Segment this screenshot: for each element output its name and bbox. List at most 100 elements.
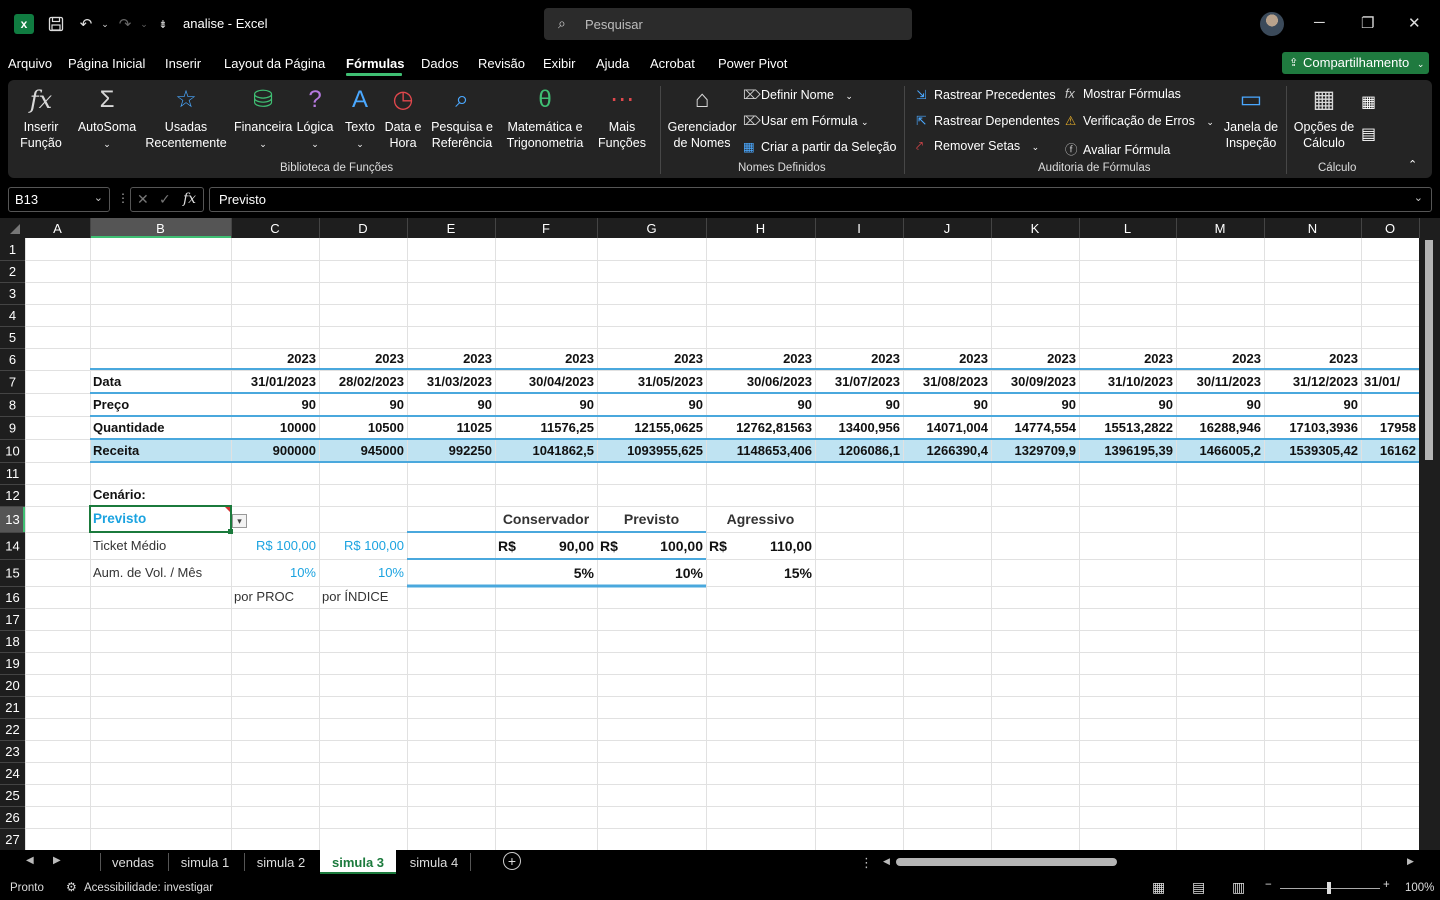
- revenue-cell[interactable]: 1396195,39: [1082, 441, 1173, 461]
- tab-revisao[interactable]: Revisão: [478, 56, 525, 71]
- scenario-pct[interactable]: 10%: [600, 563, 703, 583]
- volume-indice-value[interactable]: 10%: [322, 563, 404, 583]
- math-trig-button[interactable]: θ Matemática e Trigonometria: [500, 86, 590, 151]
- avatar[interactable]: [1260, 12, 1284, 36]
- quantity-cell[interactable]: 13400,956: [818, 418, 900, 438]
- quantity-cell[interactable]: 10500: [322, 418, 404, 438]
- cancel-icon[interactable]: ✕: [137, 191, 149, 208]
- scroll-right-icon[interactable]: ▶: [1407, 856, 1414, 867]
- scenario-label[interactable]: Cenário:: [93, 485, 228, 505]
- table-label-quantity[interactable]: Quantidade: [93, 418, 228, 438]
- sheet-tab-simula-1[interactable]: simula 1: [168, 850, 242, 874]
- revenue-cell[interactable]: 1206086,1: [818, 441, 900, 461]
- sheet-tab-vendas[interactable]: vendas: [100, 850, 166, 874]
- date-cell[interactable]: 31/05/2023: [600, 372, 703, 392]
- save-icon[interactable]: [45, 13, 67, 35]
- autosum-button[interactable]: Σ AutoSoma ⌄: [74, 86, 140, 152]
- scenario-header[interactable]: Agressivo: [709, 509, 812, 529]
- date-cell[interactable]: 31/01/2023: [234, 372, 316, 392]
- scenario-select[interactable]: Previsto: [93, 509, 228, 529]
- price-cell[interactable]: 90: [906, 395, 988, 415]
- define-name-button[interactable]: ⌦Definir Nome ⌄: [743, 87, 853, 102]
- ticket-proc-value[interactable]: R$ 100,00: [234, 536, 316, 556]
- year-cell[interactable]: 2023: [818, 349, 900, 369]
- price-cell[interactable]: 90: [322, 395, 404, 415]
- scroll-left-icon[interactable]: ◀: [883, 856, 890, 867]
- revenue-cell[interactable]: 16162: [1364, 441, 1416, 461]
- accessibility-status[interactable]: Acessibilidade: investigar: [84, 882, 213, 894]
- error-checking-button[interactable]: ⚠ Verificação de Erros ⌄: [1065, 113, 1214, 128]
- price-cell[interactable]: 90: [234, 395, 316, 415]
- quantity-cell[interactable]: 15513,2822: [1082, 418, 1173, 438]
- tab-arquivo[interactable]: Arquivo: [8, 56, 52, 71]
- show-formulas-button[interactable]: fx Mostrar Fórmulas: [1065, 87, 1181, 101]
- revenue-cell[interactable]: 945000: [322, 441, 404, 461]
- price-cell[interactable]: 90: [600, 395, 703, 415]
- close-icon[interactable]: ✕: [1408, 14, 1421, 32]
- revenue-cell[interactable]: 1041862,5: [498, 441, 594, 461]
- calculate-sheet-icon[interactable]: ▤: [1361, 124, 1376, 144]
- quantity-cell[interactable]: 12155,0625: [600, 418, 703, 438]
- date-cell[interactable]: 31/12/2023: [1267, 372, 1358, 392]
- calculate-now-icon[interactable]: ▦: [1361, 92, 1376, 112]
- revenue-cell[interactable]: 900000: [234, 441, 316, 461]
- customize-toolbar-icon[interactable]: ⇟: [152, 13, 174, 35]
- quantity-cell[interactable]: 14071,004: [906, 418, 988, 438]
- table-label-price[interactable]: Preço: [93, 395, 228, 415]
- date-cell[interactable]: 30/04/2023: [498, 372, 594, 392]
- year-cell[interactable]: 2023: [234, 349, 316, 369]
- more-options-icon[interactable]: ⋮: [860, 855, 873, 871]
- date-cell[interactable]: 31/07/2023: [818, 372, 900, 392]
- sheet-tab-simula-3[interactable]: simula 3: [320, 850, 396, 874]
- tab-dados[interactable]: Dados: [421, 56, 459, 71]
- date-cell[interactable]: 30/06/2023: [709, 372, 812, 392]
- share-button[interactable]: ⇪ Compartilhamento ⌄: [1282, 52, 1429, 74]
- quantity-cell[interactable]: 10000: [234, 418, 316, 438]
- date-cell[interactable]: 31/01/: [1364, 372, 1420, 392]
- year-cell[interactable]: 2023: [1179, 349, 1261, 369]
- tab-layout[interactable]: Layout da Página: [224, 56, 325, 71]
- recently-used-button[interactable]: ☆ Usadas Recentemente: [140, 86, 232, 151]
- create-from-selection-button[interactable]: ▦ Criar a partir da Seleção: [743, 139, 896, 154]
- use-in-formula-button[interactable]: ⌦Usar em Fórmula ⌄: [743, 113, 869, 128]
- calc-options-button[interactable]: ▦ Opções de Cálculo: [1292, 86, 1356, 151]
- scenario-price[interactable]: 100,00: [600, 536, 703, 556]
- chevron-down-icon[interactable]: ⌄: [94, 13, 116, 35]
- zoom-in-icon[interactable]: +: [1383, 879, 1390, 891]
- minimize-icon[interactable]: ─: [1314, 14, 1325, 31]
- tab-exibir[interactable]: Exibir: [543, 56, 576, 71]
- quantity-cell[interactable]: 17958: [1364, 418, 1416, 438]
- page-break-icon[interactable]: ▥: [1232, 879, 1245, 896]
- zoom-out-icon[interactable]: −: [1265, 879, 1272, 891]
- price-cell[interactable]: 90: [498, 395, 594, 415]
- zoom-level[interactable]: 100%: [1405, 882, 1434, 894]
- name-box[interactable]: B13 ⌄: [8, 187, 110, 212]
- date-cell[interactable]: 30/09/2023: [994, 372, 1076, 392]
- scenario-header[interactable]: Previsto: [600, 509, 703, 529]
- quantity-cell[interactable]: 14774,554: [994, 418, 1076, 438]
- price-cell[interactable]: 90: [1179, 395, 1261, 415]
- prev-sheet-icon[interactable]: ◀: [26, 855, 34, 866]
- price-cell[interactable]: 90: [1267, 395, 1358, 415]
- price-cell[interactable]: 90: [1082, 395, 1173, 415]
- year-cell[interactable]: 2023: [1267, 349, 1358, 369]
- tab-inserir[interactable]: Inserir: [165, 56, 201, 71]
- scenario-pct[interactable]: 5%: [498, 563, 594, 583]
- price-cell[interactable]: 90: [994, 395, 1076, 415]
- quantity-cell[interactable]: 12762,81563: [709, 418, 812, 438]
- add-sheet-icon[interactable]: +: [503, 852, 521, 870]
- date-cell[interactable]: 30/11/2023: [1179, 372, 1261, 392]
- table-label-date[interactable]: Data: [93, 372, 228, 392]
- collapse-ribbon-icon[interactable]: ⌃: [1408, 158, 1417, 171]
- revenue-cell[interactable]: 1329709,9: [994, 441, 1076, 461]
- scenario-dropdown-icon[interactable]: ▾: [232, 514, 247, 528]
- vertical-scrollbar-thumb[interactable]: [1425, 240, 1433, 460]
- logical-button[interactable]: ? Lógica ⌄: [296, 86, 334, 152]
- revenue-cell[interactable]: 1093955,625: [600, 441, 703, 461]
- tab-ajuda[interactable]: Ajuda: [596, 56, 629, 71]
- lookup-button[interactable]: ⌕ Pesquisa e Referência: [428, 86, 496, 151]
- sheet-tab-simula-2[interactable]: simula 2: [244, 850, 318, 874]
- price-cell[interactable]: 90: [818, 395, 900, 415]
- datetime-button[interactable]: ◷ Data e Hora: [382, 86, 424, 151]
- revenue-cell[interactable]: 1539305,42: [1267, 441, 1358, 461]
